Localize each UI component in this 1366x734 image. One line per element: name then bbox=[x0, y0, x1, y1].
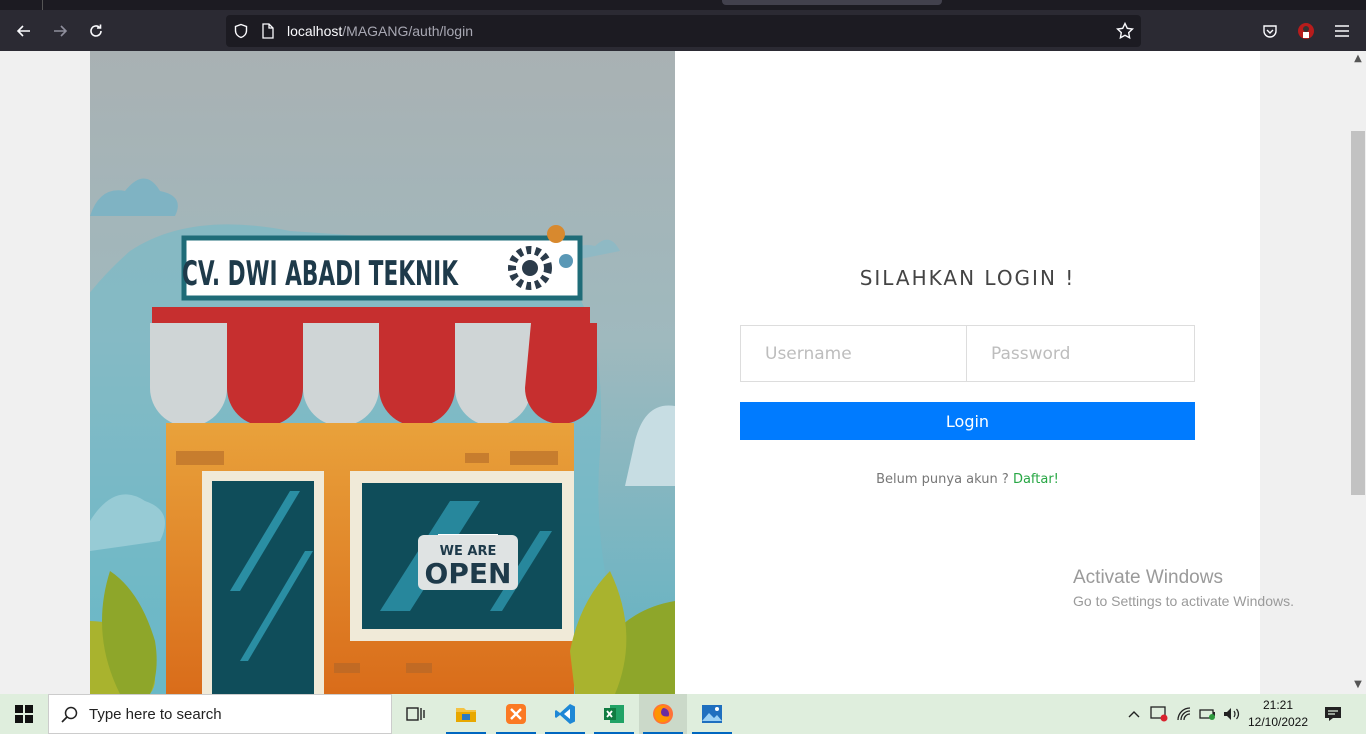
door-sign-line2: OPEN bbox=[425, 557, 512, 590]
taskbar-photos[interactable] bbox=[688, 694, 736, 734]
scroll-down-icon[interactable]: ▼ bbox=[1350, 679, 1366, 690]
battery-icon bbox=[1199, 709, 1215, 720]
task-view-icon bbox=[406, 707, 425, 721]
login-title: SILAHKAN LOGIN ! bbox=[859, 266, 1076, 290]
browser-tab-strip bbox=[0, 0, 1366, 10]
tray-network[interactable] bbox=[1172, 694, 1196, 734]
xampp-icon bbox=[506, 704, 526, 724]
tray-battery[interactable] bbox=[1196, 694, 1220, 734]
excel-icon bbox=[604, 705, 624, 723]
wifi-icon bbox=[1177, 707, 1191, 721]
notification-icon bbox=[1325, 707, 1341, 721]
folder-icon bbox=[456, 708, 476, 722]
url-path: /MAGANG/auth/login bbox=[342, 23, 473, 39]
chevron-up-icon bbox=[1128, 711, 1140, 718]
speaker-icon bbox=[1224, 708, 1240, 720]
windows-logo-icon bbox=[15, 705, 33, 723]
scrollbar-thumb[interactable] bbox=[1351, 131, 1365, 495]
browser-toolbar: localhost/MAGANG/auth/login bbox=[0, 10, 1366, 51]
account-button[interactable] bbox=[1291, 16, 1321, 46]
task-view-button[interactable] bbox=[392, 694, 440, 734]
search-icon bbox=[61, 706, 78, 723]
start-button[interactable] bbox=[0, 694, 48, 734]
password-input[interactable] bbox=[966, 325, 1195, 382]
clock-time: 21:21 bbox=[1262, 698, 1294, 712]
taskbar-xampp[interactable] bbox=[492, 694, 540, 734]
watermark-title: Activate Windows bbox=[1073, 567, 1223, 588]
reload-icon bbox=[90, 24, 102, 37]
shop-sign-text: CV. DWI ABADI TEKNIK bbox=[182, 254, 459, 294]
clock-date: 12/10/2022 bbox=[1247, 715, 1309, 729]
forward-button[interactable] bbox=[45, 16, 75, 46]
notification-center-button[interactable] bbox=[1320, 694, 1346, 734]
scroll-up-icon[interactable]: ▲ bbox=[1350, 53, 1366, 64]
browser-tab[interactable] bbox=[722, 0, 942, 5]
taskbar-excel[interactable] bbox=[590, 694, 638, 734]
avatar-icon bbox=[1298, 23, 1314, 39]
photos-icon bbox=[702, 705, 722, 723]
page-icon bbox=[262, 23, 274, 39]
taskbar-search-box[interactable]: Type here to search bbox=[48, 694, 392, 734]
back-button[interactable] bbox=[9, 16, 39, 46]
reload-button[interactable] bbox=[81, 16, 111, 46]
storefront-illustration: CV. DWI ABADI TEKNIK WE ARE OPEN bbox=[90, 51, 675, 694]
activate-windows-watermark: Activate Windows Go to Settings to activ… bbox=[1073, 567, 1294, 609]
register-prompt: Belum punya akun ? Daftar! bbox=[675, 472, 1260, 487]
security-icon bbox=[1150, 706, 1168, 722]
watermark-subtitle: Go to Settings to activate Windows. bbox=[1073, 593, 1294, 609]
username-input[interactable] bbox=[740, 325, 967, 382]
pocket-icon bbox=[1263, 25, 1277, 38]
tab-separator bbox=[42, 0, 43, 10]
arrow-right-icon bbox=[54, 25, 68, 37]
taskbar-vscode[interactable] bbox=[541, 694, 589, 734]
windows-taskbar: Type here to search 21:21 12/10/2022 bbox=[0, 694, 1366, 734]
url-text[interactable]: localhost/MAGANG/auth/login bbox=[287, 23, 473, 39]
arrow-left-icon bbox=[16, 25, 30, 37]
register-link[interactable]: Daftar! bbox=[1013, 472, 1059, 487]
tray-security[interactable] bbox=[1148, 694, 1170, 734]
taskbar-search-placeholder: Type here to search bbox=[89, 706, 222, 723]
login-button[interactable]: Login bbox=[740, 402, 1195, 440]
page-scrollbar[interactable]: ▲ ▼ bbox=[1350, 51, 1366, 694]
pocket-button[interactable] bbox=[1255, 16, 1285, 46]
hamburger-menu-icon bbox=[1335, 25, 1349, 37]
tray-volume[interactable] bbox=[1220, 694, 1244, 734]
vscode-icon bbox=[555, 704, 575, 724]
address-bar[interactable]: localhost/MAGANG/auth/login bbox=[226, 15, 1141, 47]
show-hidden-icons[interactable] bbox=[1124, 694, 1144, 734]
storefront-image: CV. DWI ABADI TEKNIK WE ARE OPEN bbox=[90, 51, 675, 694]
register-prompt-text: Belum punya akun ? bbox=[876, 472, 1009, 487]
menu-button[interactable] bbox=[1327, 16, 1357, 46]
taskbar-clock[interactable]: 21:21 12/10/2022 bbox=[1246, 697, 1310, 731]
shield-icon bbox=[234, 23, 248, 39]
taskbar-file-explorer[interactable] bbox=[442, 694, 490, 734]
firefox-icon bbox=[653, 704, 673, 724]
url-host: localhost bbox=[287, 23, 343, 39]
star-icon[interactable] bbox=[1116, 22, 1134, 40]
taskbar-firefox[interactable] bbox=[639, 694, 687, 734]
